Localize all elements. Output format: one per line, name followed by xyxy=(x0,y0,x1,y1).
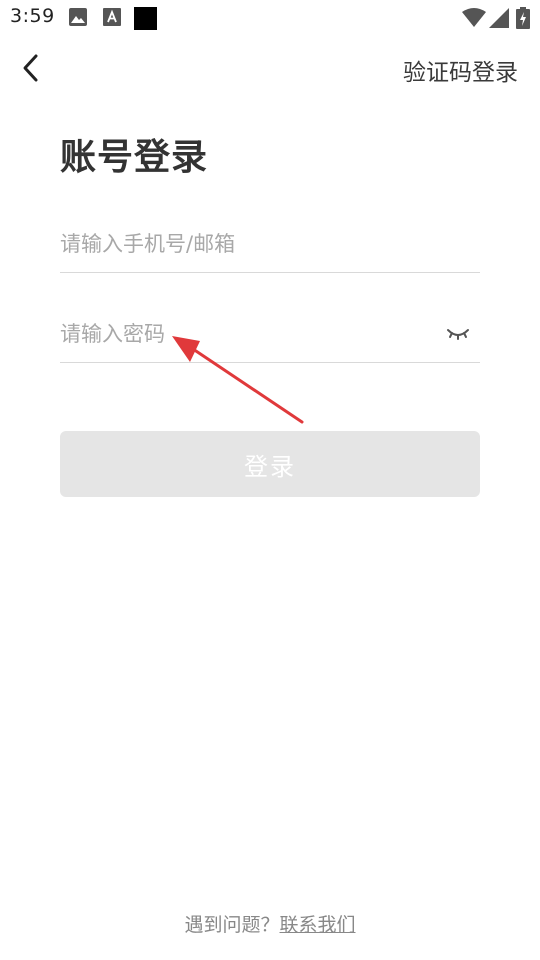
black-square-icon xyxy=(134,7,157,30)
gallery-icon xyxy=(69,8,87,26)
battery-icon xyxy=(516,7,530,29)
back-button[interactable] xyxy=(14,50,50,86)
password-field xyxy=(60,312,480,363)
contact-us-link[interactable]: 联系我们 xyxy=(280,914,356,936)
login-button[interactable]: 登录 xyxy=(60,431,480,497)
account-input[interactable] xyxy=(60,224,480,264)
status-time: 3:59 xyxy=(10,5,55,27)
status-bar: 3:59 xyxy=(0,0,540,36)
password-input[interactable] xyxy=(60,314,430,354)
account-field xyxy=(60,222,480,273)
eye-closed-icon[interactable] xyxy=(446,324,470,344)
sms-login-link[interactable]: 验证码登录 xyxy=(403,53,518,87)
page-title: 账号登录 xyxy=(60,137,209,178)
help-row: 遇到问题？联系我们 xyxy=(0,910,540,937)
chevron-left-icon xyxy=(23,54,38,82)
font-icon xyxy=(103,8,121,26)
signal-icon xyxy=(489,8,509,28)
help-question: 遇到问题？ xyxy=(184,914,280,936)
wifi-icon xyxy=(462,8,486,27)
